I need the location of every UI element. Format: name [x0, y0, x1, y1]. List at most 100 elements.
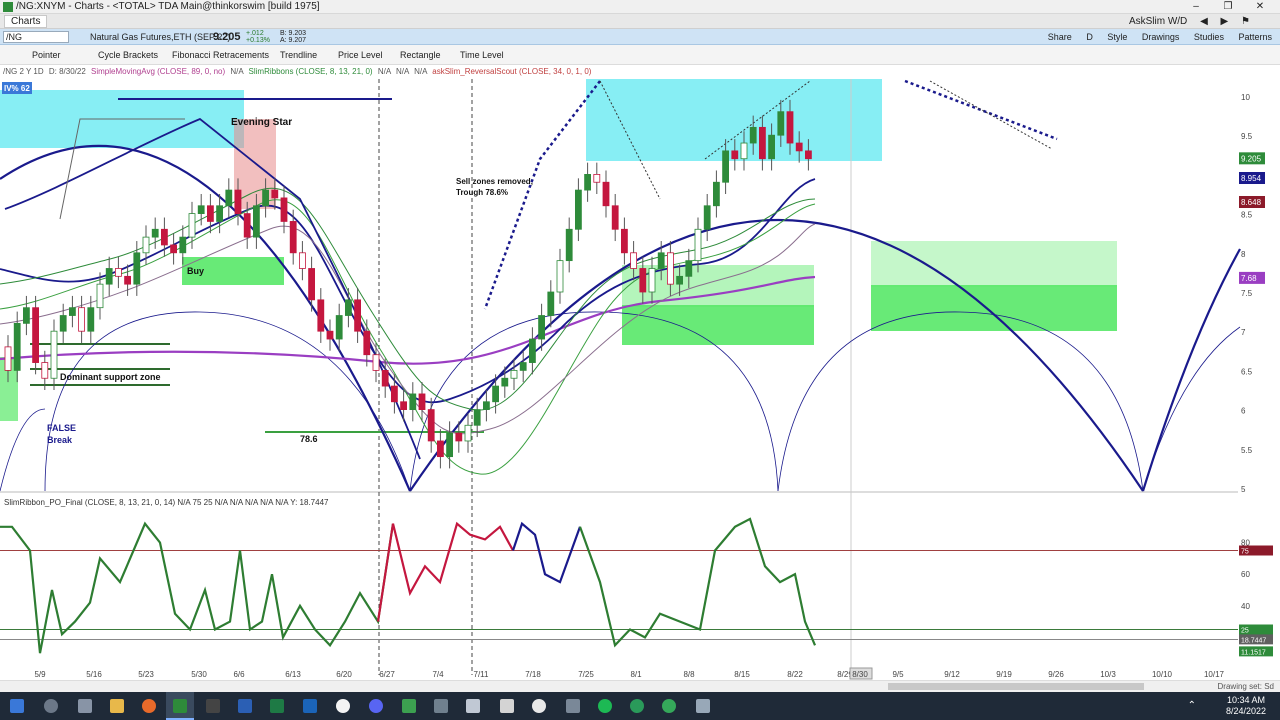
terminal-icon[interactable]	[500, 699, 514, 713]
evening-star-label: Evening Star	[231, 117, 292, 128]
price-tick-label: 9.5	[1241, 132, 1253, 141]
bid-ask: B: 9.203 A: 9.207	[280, 30, 306, 44]
taskbar-clock[interactable]: 10:34 AM 8/24/2022	[1226, 695, 1266, 717]
candle-body	[390, 385, 398, 403]
candle-body	[418, 393, 426, 411]
task-view-icon[interactable]	[78, 699, 92, 713]
period-button[interactable]: D	[1086, 32, 1093, 42]
tab-bar: Charts AskSlim W/D ◀ ▶ ⚑	[0, 14, 1280, 29]
candle-body	[694, 228, 702, 262]
chart-tools: Share D Style Drawings Studies Patterns	[1036, 29, 1272, 45]
firefox-icon[interactable]	[142, 699, 156, 713]
oscillator-pane: SlimRibbon_PO_Final (CLOSE, 8, 13, 21, 0…	[0, 498, 1273, 657]
share-button[interactable]: Share	[1048, 32, 1072, 42]
flag-icon[interactable]: ⚑	[1241, 16, 1250, 27]
photos-icon[interactable]	[466, 699, 480, 713]
back-icon[interactable]: ◀	[1200, 16, 1208, 27]
drawings-button[interactable]: Drawings	[1142, 32, 1180, 42]
zone-rect	[871, 285, 1117, 331]
sell-zones-label: Trough 78.6%	[456, 188, 508, 197]
ribbons-legend[interactable]: SlimRibbons (CLOSE, 8, 13, 21, 0)	[249, 67, 373, 76]
calculator-icon[interactable]	[434, 699, 448, 713]
rectangle-tool[interactable]: Rectangle	[400, 45, 441, 65]
candle-body	[621, 228, 628, 254]
excel-icon[interactable]	[270, 699, 284, 713]
candle-body	[381, 369, 389, 387]
app2-icon[interactable]	[630, 699, 644, 713]
chart-area[interactable]: IV% 62 Evening Star Buy Dominant support zo…	[0, 79, 1280, 680]
close-button[interactable]: ✕	[1244, 0, 1276, 14]
chart-scrollbar[interactable]: Drawing set: Sd	[0, 680, 1280, 692]
ribbon-value: N/A	[377, 67, 391, 76]
price-tick-label: 10	[1241, 93, 1250, 102]
date-tick-label: 7/18	[525, 670, 541, 679]
sma-legend[interactable]: SimpleMovingAvg (CLOSE, 89, 0, no)	[91, 67, 225, 76]
date-tick-label: 9/26	[1048, 670, 1064, 679]
sma-value: N/A	[230, 67, 244, 76]
studies-button[interactable]: Studies	[1194, 32, 1224, 42]
search-icon[interactable]	[44, 699, 58, 713]
candle-body	[584, 174, 591, 191]
support-zone-label: Dominant support zone	[60, 372, 161, 382]
cycle-brackets-tool[interactable]: Cycle Brackets	[98, 45, 158, 65]
minimize-button[interactable]: –	[1180, 0, 1212, 14]
candle-body	[326, 330, 334, 340]
candle-body	[501, 377, 509, 387]
fibonacci-tool[interactable]: Fibonacci Retracements	[172, 45, 269, 65]
tab-charts[interactable]: Charts	[4, 15, 48, 28]
candle-body	[124, 275, 131, 285]
price-level-tool[interactable]: Price Level	[338, 45, 383, 65]
app3-icon[interactable]	[662, 699, 676, 713]
file-explorer-icon[interactable]	[110, 699, 124, 713]
thinkorswim-icon	[3, 2, 13, 12]
candle-body	[777, 111, 785, 136]
reversal-legend[interactable]: askSlim_ReversalScout (CLOSE, 34, 0, 1, …	[432, 67, 591, 76]
forward-icon[interactable]: ▶	[1221, 16, 1229, 27]
maps-icon[interactable]	[532, 699, 546, 713]
candle-body	[216, 205, 224, 222]
chart-spec: /NG 2 Y 1D	[3, 67, 44, 76]
candle-body	[133, 252, 141, 285]
trendline-tool[interactable]: Trendline	[280, 45, 317, 65]
oscillator-badge-label: 25	[1241, 628, 1249, 635]
spotify-icon[interactable]	[598, 699, 612, 713]
candle-body	[713, 181, 720, 207]
candle-body	[464, 424, 472, 442]
buy-label: Buy	[187, 266, 204, 276]
app-icon[interactable]	[402, 699, 416, 713]
oscillator-tick-label: 60	[1241, 570, 1250, 579]
price-badge-label: 8.648	[1241, 198, 1262, 207]
date-tick-label: 6/27	[379, 670, 395, 679]
candle-body	[611, 205, 619, 230]
title-bar: /NG:XNYM - Charts - <TOTAL> TDA Main@thi…	[0, 0, 1280, 14]
tradestation-icon[interactable]	[206, 699, 220, 713]
maximize-button[interactable]: ❐	[1212, 0, 1244, 14]
candle-body	[473, 409, 481, 426]
thinkorswim-task-icon[interactable]	[173, 699, 187, 713]
discord-icon[interactable]	[369, 699, 383, 713]
chrome-icon[interactable]	[336, 699, 350, 713]
tray-chevron-icon[interactable]: ⌃	[1188, 700, 1196, 711]
start-icon[interactable]	[10, 699, 24, 713]
candle-body	[657, 252, 665, 269]
app4-icon[interactable]	[696, 699, 710, 713]
user-label[interactable]: AskSlim W/D	[1129, 16, 1187, 27]
false-break-label: Break	[47, 435, 73, 445]
candle-body	[354, 299, 362, 332]
time-level-tool[interactable]: Time Level	[460, 45, 504, 65]
monitor-icon[interactable]	[566, 699, 580, 713]
symbol-input[interactable]: /NG	[3, 31, 69, 43]
patterns-button[interactable]: Patterns	[1238, 32, 1272, 42]
date-tick-label: 5/23	[138, 670, 154, 679]
candle-body	[593, 174, 601, 183]
candle-body	[78, 307, 85, 332]
word-icon[interactable]	[238, 699, 252, 713]
outlook-icon[interactable]	[303, 699, 317, 713]
pointer-tool[interactable]: Pointer	[32, 45, 61, 65]
style-button[interactable]: Style	[1107, 32, 1127, 42]
symbol-bar: /NG Natural Gas Futures,ETH (SEP 22) 9.2…	[0, 29, 1280, 45]
cycle-arc	[1141, 248, 1241, 492]
date-tick-label: 9/5	[892, 670, 904, 679]
date-tick-label: 9/12	[944, 670, 960, 679]
scroll-thumb[interactable]	[888, 683, 1144, 690]
